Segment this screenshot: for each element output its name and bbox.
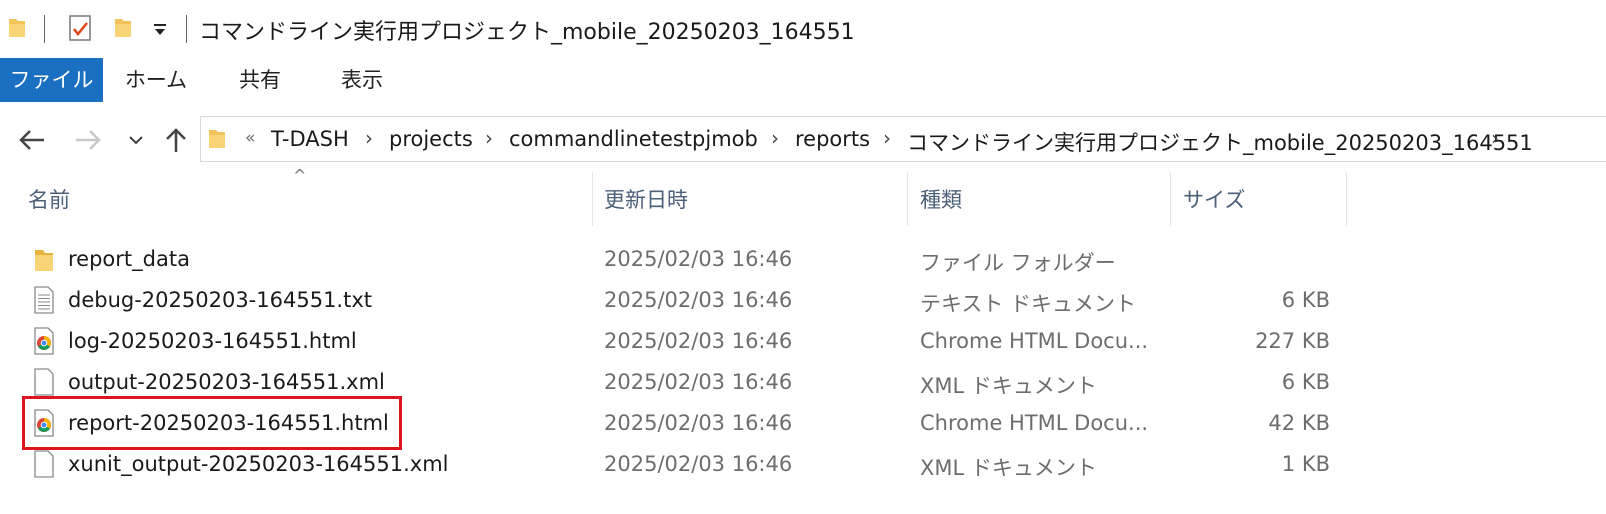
folder-icon xyxy=(209,130,225,148)
column-header-type[interactable]: 種類 xyxy=(920,184,962,214)
chevron-right-icon[interactable]: › xyxy=(1491,126,1499,150)
file-date: 2025/02/03 16:46 xyxy=(604,288,793,312)
file-type: XML ドキュメント xyxy=(920,374,1097,398)
file-date: 2025/02/03 16:46 xyxy=(604,247,793,271)
recent-locations-icon[interactable] xyxy=(128,134,144,146)
file-date: 2025/02/03 16:46 xyxy=(604,452,793,476)
file-date: 2025/02/03 16:46 xyxy=(604,370,793,394)
column-header-name[interactable]: 名前 xyxy=(28,184,70,214)
file-name[interactable]: xunit_output-20250203-164551.xml xyxy=(68,452,448,476)
breadcrumb-item[interactable]: reports xyxy=(795,127,870,151)
column-divider[interactable] xyxy=(592,172,593,226)
file-size: 227 KB xyxy=(1255,329,1330,353)
column-divider[interactable] xyxy=(1170,172,1171,226)
file-size: 1 KB xyxy=(1281,452,1330,476)
title-bar: コマンドライン実行用プロジェクト_mobile_20250203_164551 xyxy=(0,0,1606,56)
file-name[interactable]: output-20250203-164551.xml xyxy=(68,370,385,394)
tab-view[interactable]: 表示 xyxy=(327,58,397,102)
file-name[interactable]: debug-20250203-164551.txt xyxy=(68,288,372,312)
window-title: コマンドライン実行用プロジェクト_mobile_20250203_164551 xyxy=(199,20,855,45)
chevron-right-icon[interactable]: › xyxy=(883,126,891,150)
tab-share[interactable]: 共有 xyxy=(225,58,295,102)
file-type: テキスト ドキュメント xyxy=(920,292,1137,316)
forward-icon[interactable] xyxy=(74,128,102,152)
chevron-right-icon[interactable]: › xyxy=(771,126,779,150)
properties-icon[interactable] xyxy=(68,14,92,42)
file-row[interactable]: debug-20250203-164551.txt 2025/02/03 16:… xyxy=(0,280,1606,321)
breadcrumb-overflow[interactable]: « xyxy=(245,128,255,148)
file-name[interactable]: report_data xyxy=(68,247,190,271)
column-divider[interactable] xyxy=(907,172,908,226)
file-date: 2025/02/03 16:46 xyxy=(604,329,793,353)
up-icon[interactable] xyxy=(164,126,188,154)
chrome-icon xyxy=(34,327,54,355)
file-row[interactable]: report_data 2025/02/03 16:46 ファイル フォルダー xyxy=(0,239,1606,280)
address-bar[interactable]: « T-DASH › projects › commandlinetestpjm… xyxy=(200,116,1606,162)
ribbon-tabs: ファイル ホーム 共有 表示 xyxy=(0,58,1606,102)
file-size: 42 KB xyxy=(1268,411,1330,435)
blank-file-icon xyxy=(34,450,54,478)
navigation-bar: « T-DASH › projects › commandlinetestpjm… xyxy=(0,108,1606,168)
breadcrumb-item[interactable]: T-DASH xyxy=(271,127,349,151)
folder-icon xyxy=(35,250,53,271)
file-row[interactable]: log-20250203-164551.html 2025/02/03 16:4… xyxy=(0,321,1606,362)
file-row[interactable]: xunit_output-20250203-164551.xml 2025/02… xyxy=(0,444,1606,485)
breadcrumb-item[interactable]: commandlinetestpjmob xyxy=(509,127,758,151)
file-date: 2025/02/03 16:46 xyxy=(604,411,793,435)
tab-file[interactable]: ファイル xyxy=(0,58,103,102)
sort-ascending-icon: ^ xyxy=(293,166,307,185)
file-type: ファイル フォルダー xyxy=(920,251,1116,275)
column-header-date[interactable]: 更新日時 xyxy=(604,184,688,214)
customize-toolbar-icon[interactable] xyxy=(152,22,168,38)
folder-icon[interactable] xyxy=(8,16,26,38)
file-type: XML ドキュメント xyxy=(920,456,1097,480)
file-size: 6 KB xyxy=(1281,288,1330,312)
file-size: 6 KB xyxy=(1281,370,1330,394)
breadcrumb-item[interactable]: コマンドライン実行用プロジェクト_mobile_20250203_164551 xyxy=(907,127,1533,157)
toolbar-separator xyxy=(186,15,187,43)
chevron-right-icon[interactable]: › xyxy=(365,126,373,150)
text-file-icon xyxy=(34,286,54,314)
blank-file-icon xyxy=(34,368,54,396)
file-type: Chrome HTML Docu... xyxy=(920,329,1149,353)
column-headers: ^ 名前 更新日時 種類 サイズ xyxy=(0,166,1606,226)
new-folder-icon[interactable] xyxy=(114,16,132,38)
chevron-right-icon[interactable]: › xyxy=(485,126,493,150)
column-header-size[interactable]: サイズ xyxy=(1183,184,1245,214)
tab-home[interactable]: ホーム xyxy=(118,58,194,102)
file-name[interactable]: log-20250203-164551.html xyxy=(68,329,357,353)
back-icon[interactable] xyxy=(18,128,46,152)
breadcrumb-item[interactable]: projects xyxy=(389,127,473,151)
file-type: Chrome HTML Docu... xyxy=(920,411,1149,435)
column-divider[interactable] xyxy=(1346,172,1347,226)
toolbar-separator xyxy=(44,15,45,43)
highlight-box xyxy=(22,396,402,450)
